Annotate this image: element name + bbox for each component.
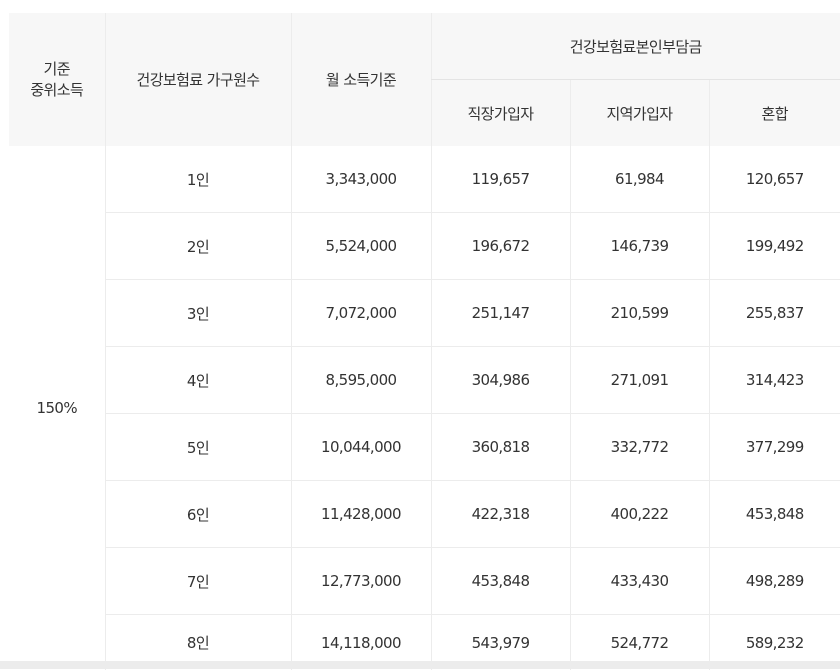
header-regional: 지역가입자 bbox=[570, 80, 709, 147]
regional-cell: 332,772 bbox=[570, 414, 709, 481]
employee-cell: 251,147 bbox=[431, 280, 570, 347]
bottom-divider bbox=[0, 661, 840, 669]
header-premium-group: 건강보험료본인부담금 bbox=[431, 13, 840, 80]
income-cell: 8,595,000 bbox=[291, 347, 431, 414]
regional-cell: 271,091 bbox=[570, 347, 709, 414]
mixed-cell: 498,289 bbox=[709, 548, 840, 615]
mixed-cell: 377,299 bbox=[709, 414, 840, 481]
regional-cell: 433,430 bbox=[570, 548, 709, 615]
regional-cell: 210,599 bbox=[570, 280, 709, 347]
regional-cell: 146,739 bbox=[570, 213, 709, 280]
table-row: 150% 1인 3,343,000 119,657 61,984 120,657 bbox=[9, 146, 840, 213]
household-cell: 6인 bbox=[105, 481, 291, 548]
premium-table: 기준 중위소득 건강보험료 가구원수 월 소득기준 건강보험료본인부담금 직장가… bbox=[9, 13, 840, 670]
table-body: 150% 1인 3,343,000 119,657 61,984 120,657… bbox=[9, 146, 840, 670]
employee-cell: 422,318 bbox=[431, 481, 570, 548]
household-cell: 7인 bbox=[105, 548, 291, 615]
income-cell: 11,428,000 bbox=[291, 481, 431, 548]
table-row: 6인 11,428,000 422,318 400,222 453,848 bbox=[9, 481, 840, 548]
table-header: 기준 중위소득 건강보험료 가구원수 월 소득기준 건강보험료본인부담금 직장가… bbox=[9, 13, 840, 146]
table-row: 7인 12,773,000 453,848 433,430 498,289 bbox=[9, 548, 840, 615]
mixed-cell: 120,657 bbox=[709, 146, 840, 213]
employee-cell: 453,848 bbox=[431, 548, 570, 615]
header-median-income: 기준 중위소득 bbox=[9, 13, 105, 146]
mixed-cell: 255,837 bbox=[709, 280, 840, 347]
header-mixed: 혼합 bbox=[709, 80, 840, 147]
income-cell: 12,773,000 bbox=[291, 548, 431, 615]
household-cell: 2인 bbox=[105, 213, 291, 280]
table-row: 5인 10,044,000 360,818 332,772 377,299 bbox=[9, 414, 840, 481]
income-cell: 3,343,000 bbox=[291, 146, 431, 213]
median-value-cell: 150% bbox=[9, 146, 105, 670]
table-row: 2인 5,524,000 196,672 146,739 199,492 bbox=[9, 213, 840, 280]
table-row: 3인 7,072,000 251,147 210,599 255,837 bbox=[9, 280, 840, 347]
income-cell: 5,524,000 bbox=[291, 213, 431, 280]
household-cell: 1인 bbox=[105, 146, 291, 213]
household-cell: 3인 bbox=[105, 280, 291, 347]
regional-cell: 61,984 bbox=[570, 146, 709, 213]
mixed-cell: 453,848 bbox=[709, 481, 840, 548]
employee-cell: 304,986 bbox=[431, 347, 570, 414]
household-cell: 4인 bbox=[105, 347, 291, 414]
table-row: 4인 8,595,000 304,986 271,091 314,423 bbox=[9, 347, 840, 414]
header-employee: 직장가입자 bbox=[431, 80, 570, 147]
income-cell: 10,044,000 bbox=[291, 414, 431, 481]
header-household-count: 건강보험료 가구원수 bbox=[105, 13, 291, 146]
household-cell: 5인 bbox=[105, 414, 291, 481]
regional-cell: 400,222 bbox=[570, 481, 709, 548]
income-cell: 7,072,000 bbox=[291, 280, 431, 347]
header-monthly-income: 월 소득기준 bbox=[291, 13, 431, 146]
employee-cell: 196,672 bbox=[431, 213, 570, 280]
employee-cell: 119,657 bbox=[431, 146, 570, 213]
mixed-cell: 199,492 bbox=[709, 213, 840, 280]
employee-cell: 360,818 bbox=[431, 414, 570, 481]
mixed-cell: 314,423 bbox=[709, 347, 840, 414]
